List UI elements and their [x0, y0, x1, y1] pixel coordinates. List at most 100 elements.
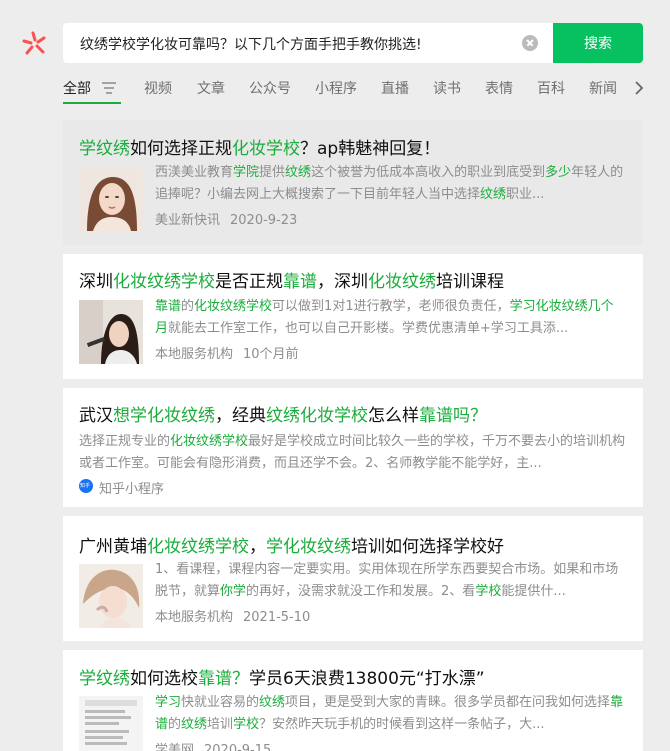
text-segment: 职业... — [506, 187, 545, 202]
zhihu-icon — [79, 479, 93, 493]
text-segment: 的 — [181, 299, 195, 314]
result-snippet: 靠谱的化妆纹绣学校可以做到1对1进行教学，老师很负责任，学习化妆纹绣几个月就能去… — [155, 296, 625, 340]
tab-stickers[interactable]: 表情 — [485, 78, 513, 98]
text-segment: 快就业容易的 — [181, 695, 260, 710]
tab-official-account[interactable]: 公众号 — [249, 78, 291, 98]
search-button[interactable]: 搜索 — [553, 23, 643, 63]
text-segment: ，经典 — [215, 406, 266, 426]
result-source[interactable]: 学美网 — [155, 743, 194, 751]
result-meta: 知乎小程序 — [99, 478, 174, 497]
result-card[interactable]: 广州黄埔化妆纹绣学校，学化妆纹绣培训如何选择学校好 1、看课程，课程内容一定要实… — [63, 516, 643, 641]
result-thumbnail — [79, 167, 143, 231]
result-date: 2021-5-10 — [243, 610, 311, 625]
text-segment: 这个被誉为低成本高收入的职业到底受到 — [311, 165, 546, 180]
keyword-highlight: 学校 — [475, 584, 502, 599]
result-source[interactable]: 美业新快讯 — [155, 213, 220, 228]
text-segment: 提供 — [259, 165, 286, 180]
text-segment: ？ap韩魅神回复！ — [300, 139, 441, 159]
text-segment: 深圳 — [79, 272, 113, 292]
result-source[interactable]: 本地服务机构 — [155, 347, 233, 362]
keyword-highlight: 化妆纹绣学校 — [147, 537, 249, 557]
text-segment: 培训 — [207, 717, 234, 732]
tab-all[interactable]: 全部 — [63, 78, 91, 98]
result-source[interactable]: 知乎小程序 — [99, 482, 164, 497]
filter-icon[interactable] — [101, 81, 117, 95]
keyword-highlight: 学纹绣 — [79, 669, 130, 689]
category-tabs: 全部 视频 文章 公众号 小程序 直播 读书 表情 百科 新闻 — [63, 78, 653, 106]
wechat-search-logo-icon[interactable] — [22, 31, 48, 57]
keyword-highlight: 学校 — [233, 717, 260, 732]
keyword-highlight: 靠谱 — [155, 299, 182, 314]
result-card[interactable]: 武汉想学化妆纹绣，经典纹绣化妆学校怎么样靠谱吗？ 选择正规专业的化妆纹绣学校最好… — [63, 388, 643, 507]
keyword-highlight: 纹绣 — [480, 187, 507, 202]
tab-books[interactable]: 读书 — [433, 78, 461, 98]
text-segment: ， — [249, 537, 266, 557]
tab-article[interactable]: 文章 — [197, 78, 225, 98]
keyword-highlight: 纹绣 — [181, 717, 208, 732]
text-segment: 武汉 — [79, 406, 113, 426]
keyword-highlight: 学习 — [155, 695, 182, 710]
keyword-highlight: 纹绣化妆学校 — [266, 406, 368, 426]
text-segment: 可以做到1对1进行教学，老师很负责任， — [272, 299, 510, 314]
keyword-highlight: 化妆纹绣学校 — [194, 299, 273, 314]
clear-icon[interactable] — [522, 35, 538, 51]
result-date: 2020-9-15 — [204, 743, 272, 751]
keyword-highlight: 你学 — [220, 584, 247, 599]
result-date: 10个月前 — [243, 347, 299, 362]
text-segment: 广州黄埔 — [79, 537, 147, 557]
chevron-right-icon[interactable] — [633, 80, 645, 96]
text-segment: 培训如何选择学校好 — [351, 537, 504, 557]
text-segment: 项目，更是受到大家的青睐。很多学员都在问我如何选择 — [285, 695, 611, 710]
tab-encyclopedia[interactable]: 百科 — [537, 78, 565, 98]
tab-video[interactable]: 视频 — [144, 78, 172, 98]
result-snippet: 学习快就业容易的纹绣项目，更是受到大家的青睐。很多学员都在问我如何选择靠谱的纹绣… — [155, 692, 625, 736]
result-thumbnail — [79, 696, 143, 751]
search-input[interactable]: 纹绣学校学化妆可靠吗？以下几个方面手把手教你挑选! — [63, 23, 553, 63]
result-snippet: 1、看课程，课程内容一定要实用。实用体现在所学东西要契合市场。如果和市场脱节，就… — [155, 559, 625, 603]
result-title[interactable]: 学纹绣如何选校靠谱？学员6天浪费13800元“打水漂” — [79, 664, 485, 689]
keyword-highlight: 学纹绣 — [79, 139, 130, 159]
keyword-highlight: 纹绣 — [259, 695, 286, 710]
text-segment: 培训课程 — [436, 272, 504, 292]
text-segment: 怎么样 — [368, 406, 419, 426]
result-title[interactable]: 广州黄埔化妆纹绣学校，学化妆纹绣培训如何选择学校好 — [79, 532, 504, 557]
search-header: 纹绣学校学化妆可靠吗？以下几个方面手把手教你挑选! 搜索 全部 视频 文章 公众… — [0, 0, 670, 120]
keyword-highlight: 靠谱吗？ — [419, 406, 487, 426]
keyword-highlight: 学化妆纹绣 — [266, 537, 351, 557]
text-segment: 西渼美业教育 — [155, 165, 234, 180]
result-title[interactable]: 武汉想学化妆纹绣，经典纹绣化妆学校怎么样靠谱吗？ — [79, 401, 487, 426]
search-query-text[interactable]: 纹绣学校学化妆可靠吗？以下几个方面手把手教你挑选! — [80, 34, 422, 54]
keyword-highlight: 靠谱？ — [198, 669, 249, 689]
text-segment: 如何选择正规 — [130, 139, 232, 159]
keyword-highlight: 纹绣 — [285, 165, 312, 180]
text-segment: 选择正规专业的 — [79, 434, 171, 449]
result-thumbnail — [79, 300, 143, 364]
result-title[interactable]: 深圳化妆纹绣学校是否正规靠谱，深圳化妆纹绣培训课程 — [79, 267, 504, 292]
result-snippet: 选择正规专业的化妆纹绣学校最好是学校成立时间比较久一些的学校，千万不要去小的培训… — [79, 431, 627, 475]
text-segment: ？安然昨天玩手机的时候看到这样一条帖子，大... — [259, 717, 545, 732]
tab-news[interactable]: 新闻 — [589, 78, 617, 98]
tab-live[interactable]: 直播 — [381, 78, 409, 98]
text-segment: 是否正规 — [215, 272, 283, 292]
result-meta: 学美网 2020-9-15 — [155, 739, 281, 751]
result-card[interactable]: 学纹绣如何选校靠谱？学员6天浪费13800元“打水漂” 学习快就业容易的纹绣项目… — [63, 650, 643, 751]
result-card[interactable]: 学纹绣如何选择正规化妆学校？ap韩魅神回复！ 西渼美业教育学院提供纹绣这个被誉为… — [63, 120, 643, 245]
result-title[interactable]: 学纹绣如何选择正规化妆学校？ap韩魅神回复！ — [79, 134, 440, 159]
keyword-highlight: 化妆纹绣学校 — [170, 434, 249, 449]
text-segment: 的 — [168, 717, 182, 732]
result-thumbnail — [79, 564, 143, 628]
keyword-highlight: 化妆纹绣 — [368, 272, 436, 292]
text-segment: 如何选校 — [130, 669, 198, 689]
keyword-highlight: 化妆学校 — [232, 139, 300, 159]
text-segment: 学员6天浪费13800元“打水漂” — [249, 669, 485, 689]
text-segment: 就能去工作室工作，也可以自己开影楼。学费优惠清单+学习工具添... — [168, 321, 569, 336]
result-meta: 本地服务机构 2021-5-10 — [155, 606, 320, 625]
keyword-highlight: 学院 — [233, 165, 260, 180]
keyword-highlight: 想学化妆纹绣 — [113, 406, 215, 426]
result-date: 2020-9-23 — [230, 213, 298, 228]
keyword-highlight: 靠谱 — [283, 272, 317, 292]
result-card[interactable]: 深圳化妆纹绣学校是否正规靠谱，深圳化妆纹绣培训课程 靠谱的化妆纹绣学校可以做到1… — [63, 254, 643, 379]
result-source[interactable]: 本地服务机构 — [155, 610, 233, 625]
tab-mini-program[interactable]: 小程序 — [315, 78, 357, 98]
keyword-highlight: 多少 — [545, 165, 572, 180]
